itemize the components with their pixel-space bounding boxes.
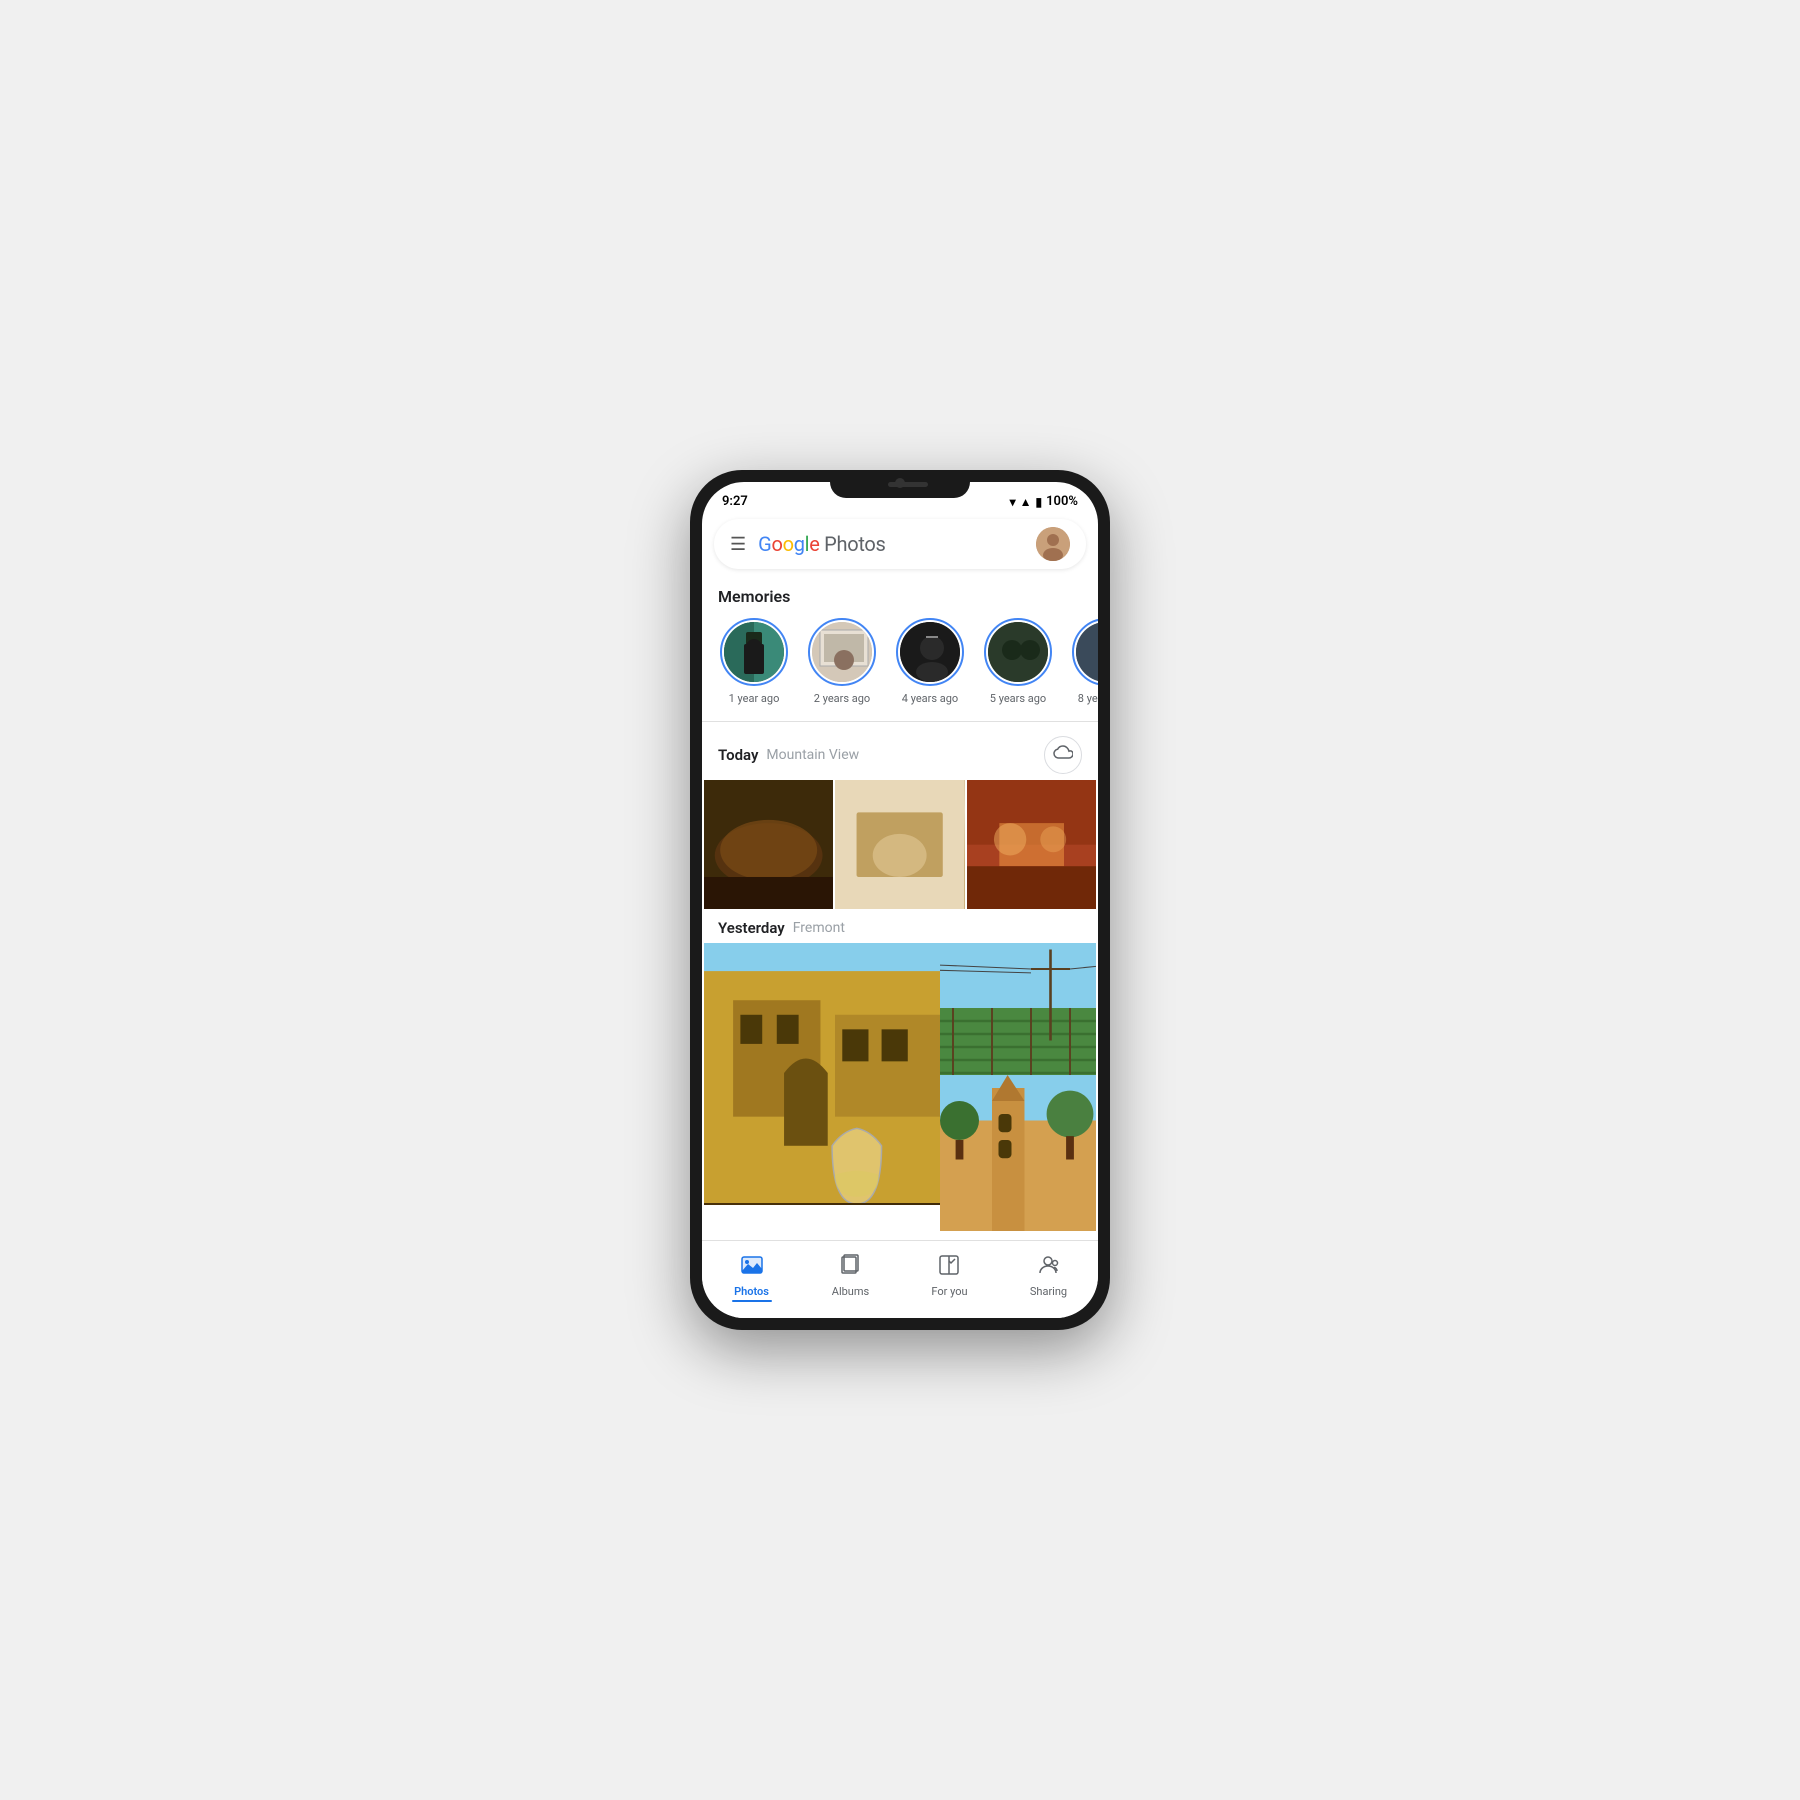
- memory-label-3: 4 years ago: [902, 692, 958, 705]
- today-header: Today Mountain View: [702, 726, 1098, 780]
- sharing-icon: [1036, 1253, 1060, 1283]
- memory-circle-inner-2: [812, 622, 872, 682]
- nav-albums-wrap: Albums: [832, 1253, 869, 1298]
- memories-row: 1 year ago: [702, 614, 1098, 717]
- section-divider-1: [702, 721, 1098, 722]
- status-time: 9:27: [722, 494, 748, 509]
- today-label: Today: [718, 746, 758, 764]
- cloud-icon: [1053, 745, 1073, 765]
- memory-item-3[interactable]: 4 years ago: [894, 618, 966, 705]
- photos-active-indicator: [732, 1300, 772, 1302]
- yesterday-photo-large[interactable]: [704, 943, 966, 1205]
- phone-speaker: [888, 482, 928, 487]
- albums-label: Albums: [832, 1285, 869, 1298]
- app-logo: Google Photos: [758, 532, 1036, 556]
- memory-circle-inner-1: [724, 622, 784, 682]
- memories-title: Memories: [702, 575, 1098, 614]
- photos-label: Photos: [734, 1285, 769, 1298]
- today-photo-1[interactable]: [704, 780, 833, 909]
- memory-circle-2: [808, 618, 876, 686]
- menu-icon[interactable]: ☰: [730, 534, 746, 555]
- photos-icon: [740, 1253, 764, 1283]
- memory-photo-1: [724, 622, 784, 682]
- battery-level: 100%: [1046, 494, 1078, 509]
- phone-screen: 9:27 ▾ ▲ ▮ 100% ☰ Google Photos: [702, 482, 1098, 1318]
- memory-photo-4: [988, 622, 1048, 682]
- memory-photo-3: [900, 622, 960, 682]
- today-photo-grid: [702, 780, 1098, 909]
- yesterday-date-text: Yesterday Fremont: [718, 919, 845, 937]
- logo-photos: Photos: [820, 532, 886, 556]
- memory-circle-4: [984, 618, 1052, 686]
- avatar[interactable]: [1036, 527, 1070, 561]
- phone-notch: [830, 470, 970, 498]
- yesterday-photo-small-2[interactable]: [940, 1075, 1096, 1231]
- memory-circle-3: [896, 618, 964, 686]
- scroll-content[interactable]: Memories: [702, 575, 1098, 1240]
- memory-label-1: 1 year ago: [729, 692, 780, 705]
- memory-item-5[interactable]: 8 years ago: [1070, 618, 1098, 705]
- today-photo-2[interactable]: [835, 780, 964, 909]
- for-you-label: For you: [931, 1285, 967, 1298]
- yesterday-header: Yesterday Fremont: [702, 909, 1098, 943]
- nav-item-albums[interactable]: Albums: [801, 1249, 900, 1302]
- nav-photos-wrap: Photos: [734, 1253, 769, 1298]
- memory-circle-5: [1072, 618, 1098, 686]
- yesterday-label: Yesterday: [718, 919, 785, 937]
- memory-circle-inner-4: [988, 622, 1048, 682]
- for-you-icon: [937, 1253, 961, 1283]
- nav-foryou-wrap: For you: [931, 1253, 967, 1298]
- nav-item-sharing[interactable]: Sharing: [999, 1249, 1098, 1302]
- sharing-label: Sharing: [1030, 1285, 1067, 1298]
- phone-frame: 9:27 ▾ ▲ ▮ 100% ☰ Google Photos: [690, 470, 1110, 1330]
- logo-g2: g: [794, 532, 805, 556]
- app-header: ☰ Google Photos: [714, 519, 1086, 569]
- yesterday-photo-grid: [702, 943, 1098, 1207]
- cloud-backup-button[interactable]: [1044, 736, 1082, 774]
- avatar-image: [1036, 527, 1070, 561]
- logo-o2: o: [783, 532, 794, 556]
- status-icons: ▾ ▲ ▮ 100%: [1010, 494, 1078, 509]
- yesterday-location: Fremont: [793, 920, 845, 936]
- today-date-text: Today Mountain View: [718, 746, 859, 764]
- memory-label-5: 8 years ago: [1078, 692, 1098, 705]
- memory-label-4: 5 years ago: [990, 692, 1046, 705]
- logo-o1: o: [771, 532, 782, 556]
- memory-item-4[interactable]: 5 years ago: [982, 618, 1054, 705]
- wifi-icon: ▾: [1010, 495, 1016, 509]
- today-location: Mountain View: [766, 747, 859, 763]
- nav-item-photos[interactable]: Photos: [702, 1249, 801, 1302]
- memory-circle-inner-3: [900, 622, 960, 682]
- logo-e: e: [809, 532, 819, 556]
- memory-item-2[interactable]: 2 years ago: [806, 618, 878, 705]
- today-photo-3[interactable]: [967, 780, 1096, 909]
- signal-icon: ▲: [1020, 495, 1032, 509]
- battery-icon: ▮: [1036, 495, 1043, 509]
- memory-circle-inner-5: [1076, 622, 1098, 682]
- nav-sharing-wrap: Sharing: [1030, 1253, 1067, 1298]
- memory-photo-5: [1076, 622, 1098, 682]
- bottom-nav: Photos Albums: [702, 1240, 1098, 1318]
- logo-g: G: [758, 532, 771, 556]
- memory-circle-1: [720, 618, 788, 686]
- memory-photo-2: [812, 622, 872, 682]
- albums-icon: [838, 1253, 862, 1283]
- memory-label-2: 2 years ago: [814, 692, 870, 705]
- nav-item-for-you[interactable]: For you: [900, 1249, 999, 1302]
- memory-item-1[interactable]: 1 year ago: [718, 618, 790, 705]
